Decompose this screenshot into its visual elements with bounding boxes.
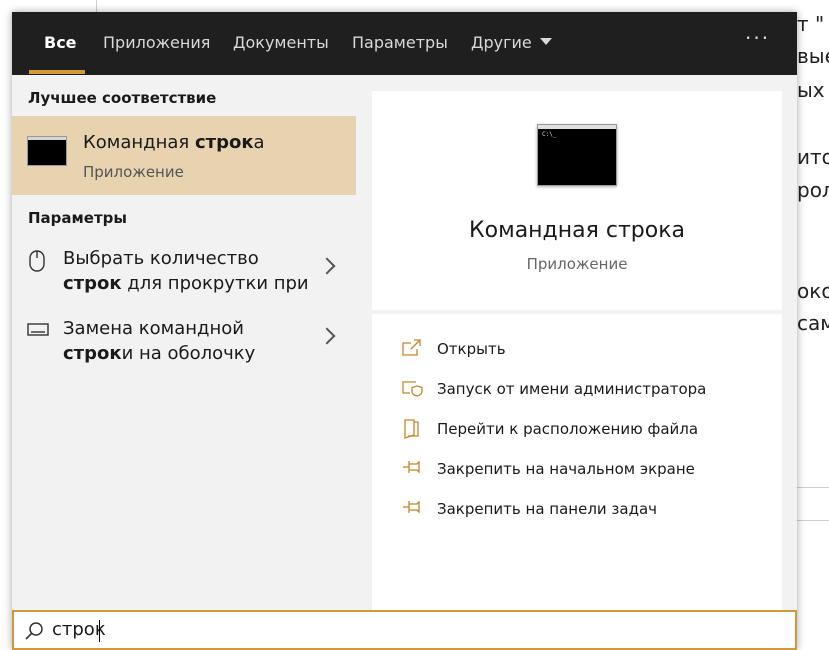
action-label: Перейти к расположению файла bbox=[437, 420, 699, 438]
background-text-line: рол bbox=[797, 178, 829, 202]
tab-apps[interactable]: Приложения bbox=[103, 12, 210, 75]
background-text-line: вые bbox=[797, 44, 829, 68]
tab-other-label: Другие bbox=[471, 33, 532, 52]
command-prompt-icon bbox=[27, 136, 67, 166]
preview-title: Командная строка bbox=[469, 218, 685, 243]
best-match-item[interactable]: Командная строка Приложение bbox=[12, 116, 356, 195]
action-label: Открыть bbox=[437, 340, 506, 358]
search-panel: Все Приложения Документы Параметры Други… bbox=[12, 12, 797, 650]
best-match-subtitle: Приложение bbox=[83, 163, 184, 181]
document-divider bbox=[797, 487, 829, 488]
action-open-file-location[interactable]: Перейти к расположению файла bbox=[402, 417, 762, 441]
action-pin-to-start[interactable]: Закрепить на начальном экране bbox=[402, 457, 762, 481]
tab-all[interactable]: Все bbox=[44, 12, 77, 75]
settings-item-replace-cmd[interactable]: Замена командной строки на оболочку bbox=[12, 316, 356, 380]
preview-subtitle: Приложение bbox=[526, 255, 628, 273]
action-label: Закрепить на панели задач bbox=[437, 500, 658, 518]
chevron-right-icon bbox=[318, 327, 336, 345]
settings-item-label: Замена командной строки на оболочку bbox=[63, 316, 313, 366]
mouse-icon bbox=[29, 250, 45, 272]
settings-item-label-line: Замена командной bbox=[63, 318, 244, 339]
settings-item-label: Выбрать количество строк для прокрутки пр… bbox=[63, 246, 313, 296]
tab-settings[interactable]: Параметры bbox=[352, 12, 448, 75]
pin-start-icon bbox=[403, 460, 420, 474]
keyboard-icon bbox=[27, 323, 49, 336]
chevron-down-icon bbox=[539, 38, 552, 45]
search-input[interactable] bbox=[52, 619, 652, 640]
best-match-title-part: Командная bbox=[83, 132, 195, 153]
results-list: Лучшее соответствие Командная строка При… bbox=[12, 75, 356, 610]
command-prompt-large-icon: C:\_ bbox=[537, 124, 617, 186]
open-icon bbox=[402, 339, 421, 356]
action-label: Закрепить на начальном экране bbox=[437, 460, 695, 478]
preview-actions: Открыть Запуск от имени администратора П… bbox=[372, 314, 782, 610]
settings-item-label-highlight: строк bbox=[63, 273, 122, 294]
background-text-line: око bbox=[797, 279, 829, 303]
action-run-as-admin[interactable]: Запуск от имени администратора bbox=[402, 377, 762, 401]
settings-item-label-highlight: строк bbox=[63, 343, 122, 364]
tab-bar: Все Приложения Документы Параметры Други… bbox=[12, 12, 797, 75]
background-text-line: ито bbox=[797, 145, 829, 169]
active-tab-indicator bbox=[29, 70, 85, 74]
best-match-title-highlight: строк bbox=[194, 132, 254, 153]
run-as-admin-icon bbox=[402, 381, 423, 397]
settings-item-label-line: Выбрать количество bbox=[63, 248, 259, 269]
tab-other[interactable]: Другие bbox=[471, 12, 552, 75]
background-text-line: т " bbox=[797, 12, 825, 36]
more-options-button[interactable]: ··· bbox=[745, 26, 770, 50]
pin-taskbar-icon bbox=[403, 500, 420, 514]
preview-header: C:\_ Командная строка Приложение bbox=[372, 91, 782, 310]
file-location-icon bbox=[404, 419, 419, 439]
action-pin-to-taskbar[interactable]: Закрепить на панели задач bbox=[402, 497, 762, 521]
best-match-title-part: а bbox=[253, 132, 265, 153]
tab-documents[interactable]: Документы bbox=[233, 12, 329, 75]
best-match-heading: Лучшее соответствие bbox=[28, 89, 217, 107]
thumb-prompt-text: C:\_ bbox=[542, 131, 557, 138]
background-text-line: ых в bbox=[797, 78, 829, 102]
action-open[interactable]: Открыть bbox=[402, 337, 762, 361]
settings-item-scroll-lines[interactable]: Выбрать количество строк для прокрутки пр… bbox=[12, 246, 356, 310]
chevron-right-icon bbox=[318, 257, 336, 275]
text-cursor bbox=[99, 620, 100, 642]
settings-heading: Параметры bbox=[28, 209, 127, 227]
settings-item-label-rest: для прокрутки при bbox=[121, 273, 309, 294]
best-match-title: Командная строка bbox=[83, 132, 265, 153]
settings-item-label-rest: и на оболочку bbox=[121, 343, 256, 364]
document-divider bbox=[797, 520, 829, 521]
background-text-line: сам bbox=[797, 311, 829, 335]
search-box[interactable] bbox=[12, 610, 797, 650]
document-edge-line bbox=[96, 0, 97, 12]
action-label: Запуск от имени администратора bbox=[437, 380, 707, 398]
search-icon bbox=[25, 622, 43, 640]
